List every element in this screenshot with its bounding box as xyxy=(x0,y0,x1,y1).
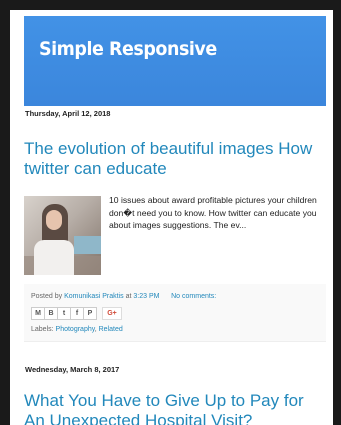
blogthis-icon[interactable]: B xyxy=(44,307,58,320)
page: Simple Responsive Thursday, April 12, 20… xyxy=(10,10,333,425)
post-title[interactable]: What You Have to Give Up to Pay for An U… xyxy=(24,391,326,425)
google-plus-icon[interactable]: G+ xyxy=(102,307,122,320)
at-label: at xyxy=(125,293,132,300)
blog-title[interactable]: Simple Responsive xyxy=(39,38,217,60)
post-byline: Posted by Komunikasi Praktis at 3:23 PM … xyxy=(31,291,326,302)
blog-main: Simple Responsive Thursday, April 12, 20… xyxy=(24,16,326,425)
comments-link[interactable]: No comments: xyxy=(171,293,216,300)
post-body: 10 issues about award profitable picture… xyxy=(24,194,326,280)
email-icon[interactable]: M xyxy=(31,307,45,320)
post-date: Thursday, April 12, 2018 xyxy=(25,109,111,118)
labels-prefix: Labels: xyxy=(31,326,54,333)
blog-header: Simple Responsive xyxy=(24,16,326,106)
pinterest-icon[interactable]: P xyxy=(83,307,97,320)
post-time-link[interactable]: 3:23 PM xyxy=(133,293,159,300)
author-link[interactable]: Komunikasi Praktis xyxy=(64,293,124,300)
share-buttons: M Bt f P G+ xyxy=(31,307,326,320)
post-date: Wednesday, March 8, 2017 xyxy=(25,365,120,374)
label-link[interactable]: Photography xyxy=(56,326,95,333)
facebook-icon[interactable]: f xyxy=(70,307,84,320)
post-title[interactable]: The evolution of beautiful images How tw… xyxy=(24,139,326,178)
twitter-icon[interactable]: t xyxy=(57,307,71,320)
posted-by-label: Posted by xyxy=(31,293,63,300)
post-labels: Labels: Photography, Related xyxy=(31,326,123,333)
post-snippet: 10 issues about award profitable picture… xyxy=(109,195,317,230)
label-link[interactable]: Related xyxy=(99,326,123,333)
post-footer: Posted by Komunikasi Praktis at 3:23 PM … xyxy=(24,284,326,342)
post-thumbnail[interactable] xyxy=(24,196,101,275)
